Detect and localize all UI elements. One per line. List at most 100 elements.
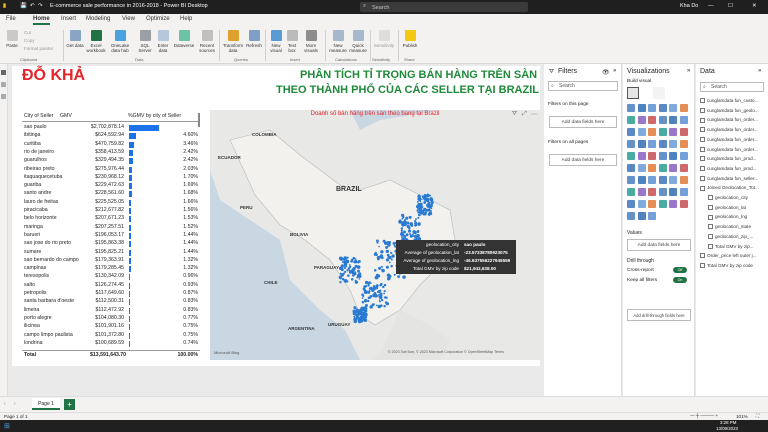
map-bubble[interactable] (353, 315, 356, 318)
cross-report-toggle[interactable]: Off (673, 267, 687, 273)
map-bubble[interactable] (428, 209, 431, 212)
table-row[interactable]: campo limpo paulista $101,372.80 0.75% (22, 332, 200, 340)
dataverse-button[interactable]: Dataverse (172, 30, 196, 48)
visual-type-icon[interactable] (679, 176, 688, 184)
visual-type-icon[interactable] (648, 176, 656, 184)
map-bubble[interactable] (353, 319, 357, 324)
map-bubble[interactable] (362, 287, 366, 291)
map-bubble[interactable] (367, 299, 370, 303)
map-bubble[interactable] (368, 287, 372, 290)
map-bubble[interactable] (364, 280, 369, 285)
map-bubble[interactable] (357, 314, 360, 317)
map-bubble[interactable] (379, 289, 382, 292)
brazil-map[interactable]: COLOMBIA ECUADOR PERU BRAZIL BOLIVIA PAR… (210, 110, 540, 360)
table-row[interactable]: guarulhos $329,494.35 2.42% (22, 157, 200, 165)
table-row[interactable]: maringa $207,257.51 1.52% (22, 224, 200, 232)
map-bubble[interactable] (367, 296, 371, 300)
map-bubble[interactable] (357, 259, 361, 263)
header-gmv[interactable]: GMV (60, 113, 94, 119)
publish-button[interactable]: Publish (400, 30, 420, 48)
map-bubble[interactable] (373, 292, 377, 295)
visual-type-icon[interactable] (679, 116, 688, 124)
map-bubble[interactable] (401, 223, 404, 226)
tab-insert[interactable]: Insert (61, 16, 76, 22)
data-field-item[interactable]: geolocation_lng (708, 214, 747, 220)
visual-type-icon[interactable] (637, 212, 646, 220)
data-table-item[interactable]: cunglamdata fun_prod... (700, 156, 757, 162)
tab-home[interactable]: Home (33, 16, 50, 25)
map-bubble[interactable] (383, 304, 386, 308)
table-row[interactable]: curitiba $470,759.82 3.46% (22, 141, 200, 149)
map-bubble[interactable] (425, 197, 430, 202)
visual-type-icon[interactable] (669, 140, 677, 148)
close-icon[interactable]: ✕ (752, 3, 757, 9)
map-bubble[interactable] (351, 258, 354, 261)
new-measure-button[interactable]: New measure (328, 30, 348, 53)
map-bubble[interactable] (385, 258, 390, 262)
data-field-item[interactable]: geolocation_zip_... (708, 234, 753, 240)
map-bubble[interactable] (379, 300, 381, 303)
map-bubble[interactable] (386, 253, 390, 257)
map-bubble[interactable] (380, 250, 384, 254)
map-bubble[interactable] (344, 270, 347, 274)
visual-type-icon[interactable] (669, 116, 677, 124)
map-bubble[interactable] (397, 275, 401, 278)
map-bubble[interactable] (386, 241, 391, 245)
visual-type-icon[interactable] (627, 212, 635, 220)
map-bubble[interactable] (363, 309, 368, 313)
map-bubble[interactable] (346, 256, 349, 259)
map-bubble[interactable] (373, 303, 375, 306)
tab-optimize[interactable]: Optimize (146, 16, 170, 22)
data-table-item[interactable]: cunglamdata fun_geolo... (700, 108, 759, 113)
map-bubble[interactable] (345, 280, 349, 283)
map-bubble[interactable] (378, 245, 380, 248)
map-bubble[interactable] (421, 198, 423, 200)
table-row[interactable]: piracicaba $212,677.82 1.56% (22, 207, 200, 215)
map-bubble[interactable] (378, 293, 380, 296)
data-field-item[interactable]: geolocation_lat (708, 205, 746, 210)
map-bubble[interactable] (354, 280, 359, 284)
collapse-pane-icon[interactable]: » (687, 68, 690, 74)
map-bubble[interactable] (350, 278, 354, 281)
table-row[interactable]: ribeirao preto $275,976.44 2.03% (22, 166, 200, 174)
new-visual-button[interactable]: New visual (268, 30, 284, 53)
filter-visual-icon[interactable]: ⛛ (512, 111, 517, 118)
data-field-item[interactable]: Total GMV by zip... (708, 244, 754, 249)
map-bubble[interactable] (378, 299, 381, 301)
visual-type-icon[interactable] (637, 164, 646, 172)
map-bubble[interactable] (345, 259, 350, 264)
table-row[interactable]: teresopolis $130,342.09 0.96% (22, 273, 200, 281)
map-bubble[interactable] (431, 203, 434, 206)
enter-data-button[interactable]: Enter data (155, 30, 171, 53)
visual-type-icon[interactable] (658, 104, 667, 112)
get-data-button[interactable]: Get data (66, 30, 84, 48)
table-row[interactable]: limeira $112,472.92 0.83% (22, 307, 200, 315)
map-bubble[interactable] (343, 266, 347, 270)
map-bubble[interactable] (381, 268, 385, 273)
map-bubble[interactable] (392, 242, 395, 245)
table-row[interactable]: porto alegre $104,080.30 0.77% (22, 315, 200, 323)
map-bubble[interactable] (414, 221, 418, 225)
map-bubble[interactable] (403, 230, 407, 234)
data-field-item[interactable]: geolocation_state (708, 224, 751, 230)
data-table-item[interactable]: cunglamdata fun_order... (700, 137, 758, 143)
map-bubble[interactable] (409, 222, 413, 226)
map-bubble[interactable] (386, 276, 391, 281)
map-bubble[interactable] (379, 294, 383, 298)
visual-type-icon[interactable] (648, 116, 656, 124)
map-bubble[interactable] (418, 207, 423, 212)
visual-type-icon[interactable] (658, 188, 667, 196)
map-bubble[interactable] (403, 219, 406, 221)
recent-sources-button[interactable]: Recent sources (196, 30, 218, 53)
map-bubble[interactable] (419, 202, 423, 206)
visual-type-icon[interactable] (637, 104, 646, 112)
visual-type-icon[interactable] (637, 200, 646, 208)
table-row[interactable]: londrina $100,689.59 0.74% (22, 340, 200, 348)
values-dropzone[interactable]: Add data fields here (627, 239, 691, 251)
visual-type-icon[interactable] (627, 140, 635, 148)
map-bubble[interactable] (407, 229, 411, 233)
redo-icon[interactable]: ↷ (38, 3, 43, 9)
visual-type-icon[interactable] (679, 164, 688, 172)
visual-type-icon[interactable] (679, 104, 688, 112)
map-bubble[interactable] (356, 265, 361, 269)
